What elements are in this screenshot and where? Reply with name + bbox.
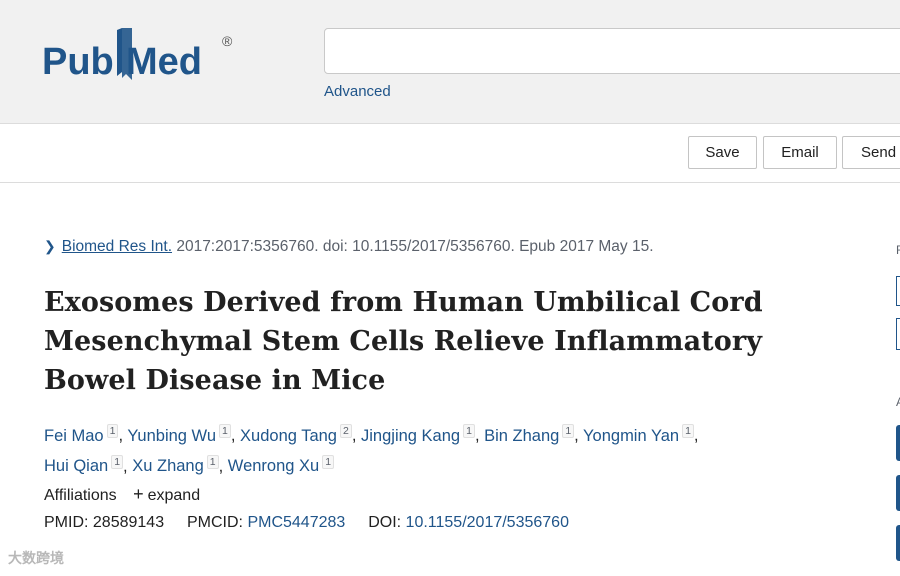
plus-icon[interactable]: + — [133, 484, 144, 504]
right-column-button-3[interactable] — [896, 525, 900, 561]
affiliations-label: Affiliations — [44, 487, 117, 504]
expand-label[interactable]: expand — [148, 487, 201, 504]
author-link[interactable]: Xudong Tang 2 — [240, 424, 352, 445]
author-name[interactable]: Xudong Tang — [240, 427, 337, 445]
pmid-value: 28589143 — [92, 514, 165, 531]
author-link[interactable]: Fei Mao 1 — [44, 424, 119, 445]
logo-med-text: Med — [126, 41, 202, 83]
doi-link[interactable]: 10.1155/2017/5356760 — [406, 514, 569, 531]
author-link[interactable]: Wenrong Xu 1 — [228, 454, 335, 475]
watermark-logo: 大数跨境 — [8, 550, 64, 566]
site-header: Pub Med ® Advanced — [0, 0, 900, 124]
right-column-select-edge[interactable] — [896, 318, 900, 350]
pmid-label: PMID: — [44, 514, 89, 531]
logo-registered-mark: ® — [222, 33, 233, 49]
affiliation-ref[interactable]: 1 — [219, 424, 231, 438]
affiliation-ref[interactable]: 1 — [682, 424, 694, 438]
affiliation-ref[interactable]: 1 — [111, 454, 124, 469]
logo-bookmark-shape — [117, 28, 122, 76]
author-link[interactable]: Hui Qian 1 — [44, 454, 124, 475]
affiliation-ref[interactable]: 1 — [106, 424, 119, 438]
advanced-search-link[interactable]: Advanced — [324, 83, 391, 100]
author-link[interactable]: Yongmin Yan 1 — [583, 424, 694, 445]
pubmed-logo[interactable]: Pub Med ® — [42, 22, 242, 92]
author-link[interactable]: Xu Zhang 1 — [132, 454, 219, 475]
right-column-label-mid: A — [896, 395, 900, 409]
author-list: Fei Mao 1, Yunbing Wu 1, Xudong Tang 2, Jin… — [44, 424, 699, 475]
search-input[interactable] — [324, 28, 900, 74]
affiliation-ref[interactable]: 2 — [340, 424, 352, 438]
logo-pub-text: Pub — [42, 41, 114, 83]
right-column-input-edge[interactable] — [896, 276, 900, 306]
article-identifiers: PMID: 28589143 PMCID: PMC5447283 DOI: 10… — [44, 514, 569, 532]
right-column-button-2[interactable] — [896, 475, 900, 511]
journal-link[interactable]: Biomed Res Int. — [62, 238, 172, 255]
chevron-right-icon[interactable]: ❯ — [44, 238, 56, 254]
pmcid-link[interactable]: PMC5447283 — [247, 514, 345, 531]
doi-label: DOI: — [368, 514, 402, 531]
author-link[interactable]: Jingjing Kang 1 — [361, 424, 475, 445]
author-name[interactable]: Hui Qian — [44, 457, 108, 475]
author-name[interactable]: Yongmin Yan — [583, 427, 679, 445]
author-name[interactable]: Wenrong Xu — [228, 457, 319, 475]
author-name[interactable]: Jingjing Kang — [361, 427, 460, 445]
affiliations-toggle[interactable]: Affiliations + expand — [44, 484, 200, 505]
affiliation-ref[interactable]: 1 — [562, 424, 575, 438]
save-button[interactable]: Save — [688, 136, 757, 169]
author-name[interactable]: Yunbing Wu — [127, 427, 216, 445]
author-name[interactable]: Bin Zhang — [484, 427, 559, 445]
right-column-button-1[interactable] — [896, 425, 900, 461]
author-link[interactable]: Yunbing Wu 1 — [127, 424, 231, 445]
email-button[interactable]: Email — [763, 136, 837, 169]
affiliation-ref[interactable]: 1 — [322, 454, 335, 469]
pmcid-label: PMCID: — [187, 514, 243, 531]
citation-line: ❯ Biomed Res Int. 2017:2017:5356760. doi:… — [44, 238, 654, 256]
author-link[interactable]: Bin Zhang 1 — [484, 424, 575, 445]
article-title: Exosomes Derived from Human Umbilical Co… — [44, 287, 763, 396]
right-column-label-top: F — [896, 243, 900, 257]
author-name[interactable]: Fei Mao — [44, 427, 104, 445]
action-bar: Save Email Send t — [0, 124, 900, 183]
author-name[interactable]: Xu Zhang — [132, 457, 204, 475]
affiliation-ref[interactable]: 1 — [206, 454, 219, 469]
affiliation-ref[interactable]: 1 — [463, 424, 475, 438]
citation-details: 2017:2017:5356760. doi: 10.1155/2017/535… — [176, 238, 654, 255]
send-to-button[interactable]: Send t — [842, 136, 900, 169]
